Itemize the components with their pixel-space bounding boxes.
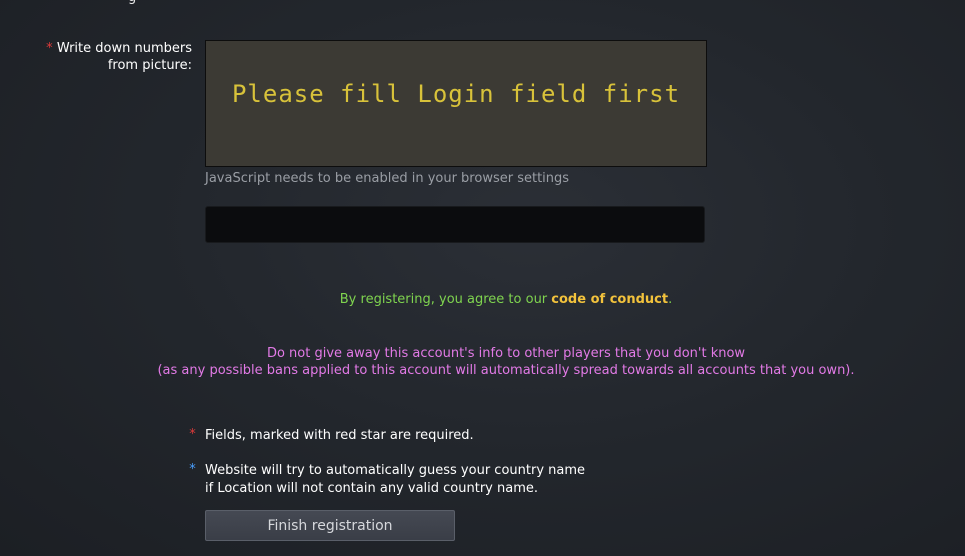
required-fields-note: * Fields, marked with red star are requi…	[180, 427, 474, 445]
captcha-label: * Write down numbers from picture:	[12, 40, 192, 74]
finish-registration-button[interactable]: Finish registration	[205, 510, 455, 541]
account-warning: Do not give away this account's info to …	[0, 345, 965, 379]
javascript-note: JavaScript needs to be enabled in your b…	[205, 171, 570, 186]
required-star: *	[46, 41, 53, 56]
previous-field-label-cutoff: g	[128, 0, 136, 5]
required-star: *	[189, 427, 196, 442]
country-guess-line2: if Location will not contain any valid c…	[205, 481, 538, 496]
captcha-input[interactable]	[205, 206, 705, 243]
captcha-label-text: Write down numbers from picture:	[56, 41, 192, 73]
info-star: *	[189, 462, 196, 477]
account-warning-line1: Do not give away this account's info to …	[266, 346, 746, 361]
country-guess-note: * Website will try to automatically gues…	[180, 462, 585, 498]
agreement-suffix: .	[668, 292, 673, 307]
account-warning-line2: (as any possible bans applied to this ac…	[157, 363, 855, 378]
captcha-image: Please fill Login field first	[205, 40, 707, 167]
agreement-prefix: By registering, you agree to our	[339, 292, 552, 307]
captcha-image-text: Please fill Login field first	[231, 79, 681, 108]
country-guess-line1: Website will try to automatically guess …	[205, 463, 586, 478]
required-fields-text: Fields, marked with red star are require…	[205, 428, 474, 443]
agreement-text: By registering, you agree to our code of…	[0, 292, 965, 307]
code-of-conduct-link[interactable]: code of conduct	[551, 292, 668, 307]
country-guess-text: Website will try to automatically guess …	[205, 462, 585, 498]
